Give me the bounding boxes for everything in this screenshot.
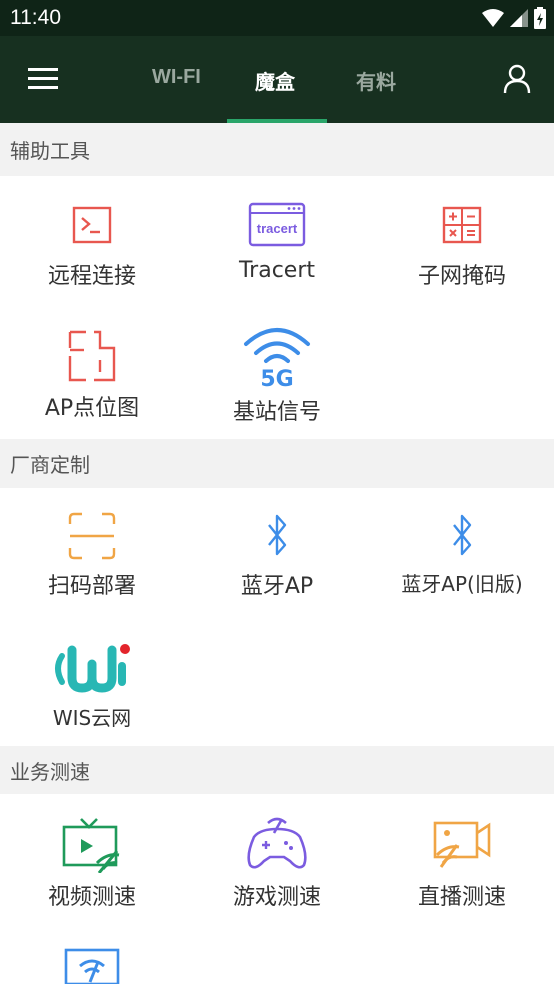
menu-icon[interactable] bbox=[28, 66, 58, 92]
tab-youliao[interactable]: 有料 bbox=[356, 66, 396, 95]
bluetooth-icon bbox=[453, 514, 472, 556]
tile-ap-map[interactable]: AP点位图 bbox=[0, 328, 184, 422]
tile-label: 子网掩码 bbox=[417, 264, 506, 289]
terminal-icon bbox=[72, 206, 112, 244]
status-bar: 11:40 bbox=[0, 0, 554, 36]
tile-bluetooth-ap-legacy[interactable]: 蓝牙AP(旧版) bbox=[370, 510, 554, 597]
status-icons bbox=[482, 7, 546, 29]
tile-label: 游戏测速 bbox=[232, 885, 321, 910]
tile-wis-cloud[interactable]: WIS云网 bbox=[0, 640, 184, 731]
user-icon[interactable] bbox=[503, 64, 531, 94]
tile-subnet-mask[interactable]: 子网掩码 bbox=[370, 200, 554, 290]
tile-live-speed[interactable]: 直播测速 bbox=[370, 815, 554, 911]
tile-scan-deploy[interactable]: 扫码部署 bbox=[0, 510, 184, 600]
tile-label: Tracert bbox=[238, 258, 316, 283]
tile-remote-connect[interactable]: 远程连接 bbox=[0, 200, 184, 290]
tile-label: 蓝牙AP bbox=[240, 574, 314, 599]
tile-video-speed[interactable]: 视频测速 bbox=[0, 815, 184, 911]
5g-icon-text: 5G bbox=[260, 367, 293, 388]
section-header-tools: 辅助工具 bbox=[0, 123, 554, 176]
gamepad-speed-icon bbox=[247, 817, 307, 869]
scan-icon bbox=[68, 512, 116, 560]
tv-speed-icon bbox=[62, 818, 120, 873]
wifi-signal-icon bbox=[482, 9, 504, 27]
tile-tracert[interactable]: tracert Tracert bbox=[185, 200, 369, 283]
bluetooth-icon bbox=[268, 514, 287, 556]
tile-base-station[interactable]: 5G 基站信号 bbox=[185, 322, 369, 426]
tile-label: 视频测速 bbox=[47, 885, 136, 910]
section-header-speedtest: 业务测速 bbox=[0, 746, 554, 794]
wis-logo bbox=[55, 644, 130, 693]
tile-label: 基站信号 bbox=[232, 400, 321, 425]
calculator-icon bbox=[442, 206, 482, 244]
tile-bluetooth-ap[interactable]: 蓝牙AP bbox=[185, 510, 369, 600]
screen-wifi-icon bbox=[64, 948, 120, 984]
camera-speed-icon bbox=[433, 821, 491, 868]
app-bar: WI-FI 魔盒 有料 bbox=[0, 36, 554, 123]
tile-game-speed[interactable]: 游戏测速 bbox=[185, 815, 369, 911]
section-header-vendor: 厂商定制 bbox=[0, 439, 554, 488]
battery-icon bbox=[534, 7, 546, 29]
tile-label: AP点位图 bbox=[44, 396, 140, 421]
tile-label: 直播测速 bbox=[417, 885, 506, 910]
wifi-5g-icon: 5G bbox=[244, 328, 310, 388]
tab-wifi[interactable]: WI-FI bbox=[152, 66, 201, 89]
tile-label: 蓝牙AP(旧版) bbox=[401, 572, 523, 596]
status-time: 11:40 bbox=[10, 6, 61, 29]
tile-label: 扫码部署 bbox=[47, 574, 136, 599]
tile-label: 远程连接 bbox=[47, 264, 136, 289]
tile-next-partial[interactable] bbox=[0, 944, 184, 984]
tab-mohe[interactable]: 魔盒 bbox=[255, 66, 295, 95]
tracert-icon: tracert bbox=[248, 202, 306, 247]
tracert-icon-text: tracert bbox=[257, 221, 298, 236]
tile-label: WIS云网 bbox=[52, 706, 132, 730]
floorplan-icon bbox=[68, 330, 116, 382]
cell-signal-icon bbox=[510, 9, 528, 27]
